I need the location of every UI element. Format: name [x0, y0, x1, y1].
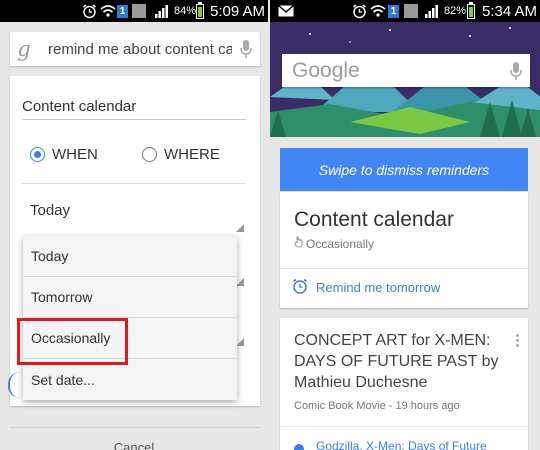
status-bar: 1 82% 5:34 AM	[270, 0, 540, 22]
google-logo: Google	[292, 58, 360, 82]
search-query[interactable]: remind me about content ca	[48, 41, 232, 58]
divider	[280, 268, 528, 269]
mic-icon[interactable]	[502, 61, 530, 81]
swipe-hint-banner: Swipe to dismiss reminders	[280, 148, 528, 191]
image-notification-icon	[132, 4, 146, 18]
notification-badge: 1	[117, 4, 128, 18]
battery-icon	[467, 1, 475, 19]
wifi-icon	[370, 0, 386, 22]
when-radio[interactable]	[30, 147, 45, 162]
where-label: WHERE	[164, 146, 220, 163]
notification-badge: 1	[388, 4, 399, 18]
signal-icon	[425, 0, 439, 22]
left-screen: 1 84% 5:09 AM g remind me about content …	[0, 0, 268, 450]
dropdown-option-tomorrow[interactable]: Tomorrow	[23, 277, 237, 318]
related-news-link[interactable]: Godzilla, X-Men: Days of Future	[316, 439, 487, 450]
when-label: WHEN	[52, 146, 98, 163]
divider	[280, 426, 528, 427]
cancel-button[interactable]: Cancel	[0, 440, 268, 450]
date-spinner[interactable]: Today	[30, 202, 70, 219]
status-time: 5:09 AM	[210, 2, 266, 20]
status-bar: 1 84% 5:09 AM	[0, 0, 268, 22]
battery-percent: 82%	[444, 5, 467, 17]
news-title[interactable]: CONCEPT ART for X-MEN: DAYS OF FUTURE PA…	[294, 330, 504, 393]
battery-percent: 84%	[174, 5, 197, 17]
right-screen: 1 82% 5:34 AM Google Swipe to dismiss re…	[268, 0, 540, 450]
spinner-arrow-icon	[236, 224, 244, 232]
hand-icon	[294, 236, 303, 251]
news-source: Comic Book Movie - 19 hours ago	[294, 400, 460, 412]
spinner-arrow-icon	[236, 338, 244, 346]
remind-tomorrow-label: Remind me tomorrow	[316, 280, 441, 295]
status-time: 5:34 AM	[482, 2, 538, 20]
spinner-arrow-icon	[236, 278, 244, 286]
where-option[interactable]: WHERE	[142, 146, 220, 163]
mail-icon	[278, 0, 294, 22]
divider	[22, 183, 246, 184]
menu-dots-icon[interactable]	[516, 334, 520, 347]
remind-tomorrow-button[interactable]: Remind me tomorrow	[292, 278, 440, 297]
search-bar[interactable]: g remind me about content ca	[10, 32, 260, 66]
where-radio[interactable]	[142, 147, 157, 162]
alarm-icon	[82, 0, 97, 22]
when-option[interactable]: WHEN	[30, 146, 98, 163]
dropdown-option-today[interactable]: Today	[23, 236, 237, 277]
news-card[interactable]: CONCEPT ART for X-MEN: DAYS OF FUTURE PA…	[280, 318, 528, 450]
alarm-icon	[352, 0, 367, 22]
reminder-frequency: Occasionally	[294, 236, 374, 251]
mic-icon[interactable]	[232, 39, 260, 59]
divider	[10, 427, 260, 428]
alarm-icon	[292, 278, 308, 297]
reminder-title-field[interactable]: Content calendar	[22, 96, 246, 120]
google-now-header: Google	[270, 22, 540, 137]
image-notification-icon	[404, 4, 418, 18]
reminder-title: Content calendar	[294, 208, 454, 231]
signal-icon	[155, 0, 169, 22]
wifi-icon	[100, 0, 116, 22]
dropdown-option-set-date[interactable]: Set date...	[23, 359, 237, 400]
google-search-bar[interactable]: Google	[282, 54, 530, 87]
google-g-icon: g	[17, 37, 31, 61]
battery-icon	[196, 1, 204, 19]
reminder-card[interactable]: Content calendar Occasionally Remind me …	[280, 192, 528, 308]
highlight-annotation	[17, 318, 128, 365]
bullet-icon	[294, 444, 304, 450]
reminder-frequency-label: Occasionally	[306, 236, 375, 251]
